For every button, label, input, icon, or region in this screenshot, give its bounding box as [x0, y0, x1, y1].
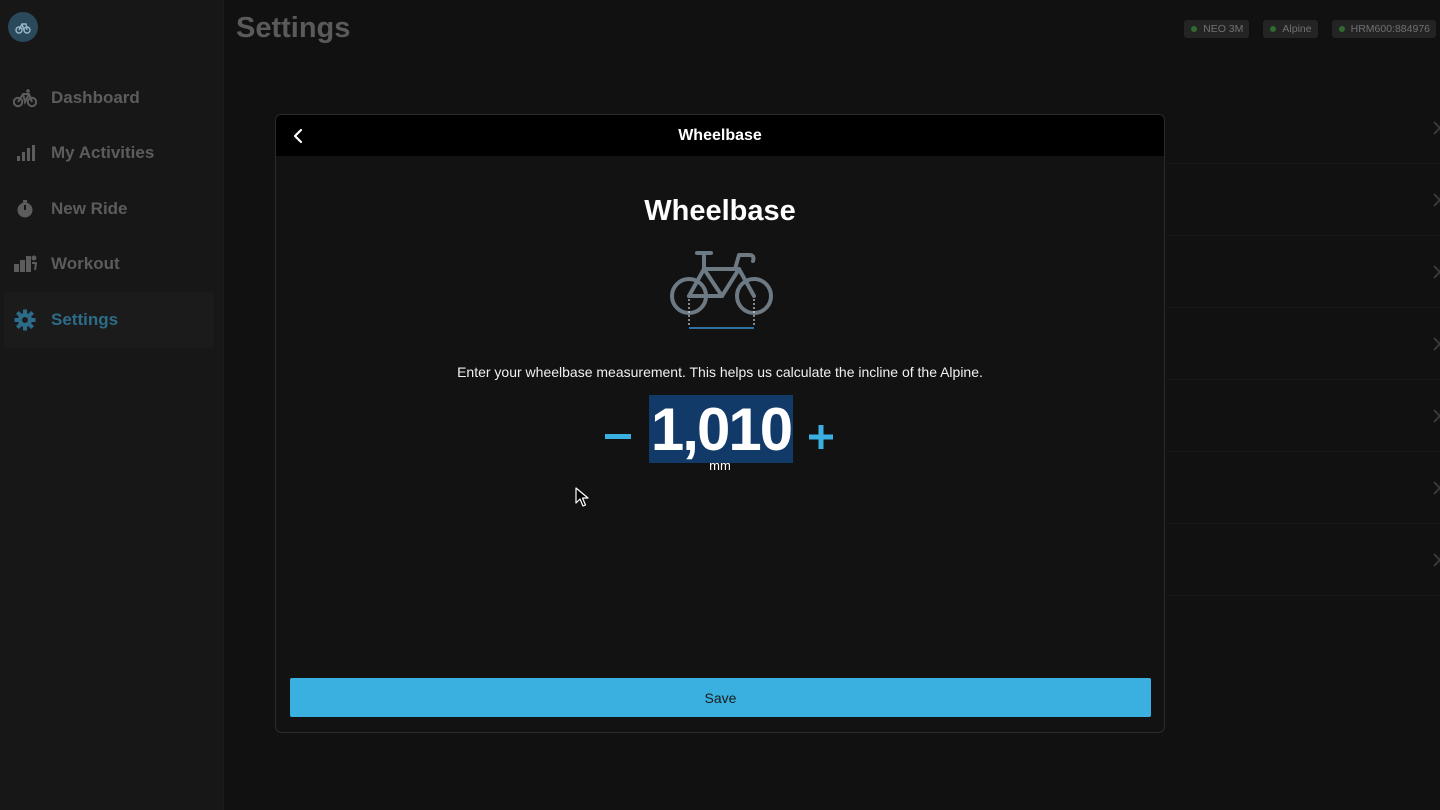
wheelbase-value-input[interactable]: 1,010 — [649, 395, 793, 463]
device-badge-neo[interactable]: NEO 3M — [1184, 20, 1250, 38]
sidebar-item-label: Workout — [51, 254, 120, 274]
chevron-right-icon — [1433, 481, 1440, 495]
sidebar-item-dashboard[interactable]: Dashboard — [0, 70, 224, 126]
settings-row[interactable] — [1166, 236, 1440, 308]
status-dot-icon — [1191, 26, 1198, 32]
chevron-right-icon — [1433, 121, 1440, 135]
device-label: NEO 3M — [1203, 23, 1244, 35]
chevron-left-icon — [293, 128, 303, 144]
sidebar-item-label: Settings — [51, 309, 119, 329]
settings-row[interactable] — [1166, 308, 1440, 380]
device-label: Alpine — [1282, 23, 1312, 35]
minus-icon — [605, 434, 631, 439]
workout-icon — [12, 251, 38, 277]
chevron-right-icon — [1433, 193, 1440, 207]
chevron-right-icon — [1433, 265, 1440, 279]
sidebar-item-my-activities[interactable]: My Activities — [0, 126, 224, 182]
bike-icon — [12, 85, 38, 111]
settings-row[interactable] — [1166, 452, 1440, 524]
sidebar-nav: Dashboard My Activities New Ride Workout… — [0, 70, 224, 348]
plus-icon — [809, 425, 833, 449]
increment-button[interactable] — [803, 419, 839, 455]
chevron-right-icon — [1433, 337, 1440, 351]
bar-chart-icon — [12, 140, 38, 166]
sidebar-item-settings[interactable]: Settings — [4, 292, 214, 348]
sidebar: Dashboard My Activities New Ride Workout… — [0, 0, 224, 810]
content-title: Wheelbase — [644, 195, 796, 227]
sidebar-item-label: New Ride — [51, 198, 128, 218]
sidebar-item-workout[interactable]: Workout — [0, 237, 224, 293]
settings-row[interactable] — [1166, 380, 1440, 452]
settings-list — [1166, 92, 1440, 596]
page-title: Settings — [236, 12, 351, 44]
sidebar-item-label: My Activities — [51, 143, 155, 163]
device-badge-alpine[interactable]: Alpine — [1263, 20, 1318, 38]
modal-title: Wheelbase — [678, 126, 762, 144]
status-dot-icon — [1270, 26, 1277, 32]
wheelbase-modal: Wheelbase Wheelbase Enter your wheelbase… — [275, 114, 1165, 733]
settings-row[interactable] — [1166, 524, 1440, 596]
gear-icon — [12, 307, 38, 333]
mouse-cursor-icon — [575, 487, 589, 507]
unit-label: mm — [709, 458, 731, 473]
device-label: HRM600:884976 — [1350, 23, 1430, 35]
chevron-right-icon — [1433, 409, 1440, 423]
modal-header: Wheelbase — [276, 115, 1164, 156]
bike-wheelbase-icon — [670, 251, 773, 329]
wheelbase-stepper: 1,010 mm — [276, 393, 1164, 473]
device-status-list: NEO 3M Alpine HRM600:884976 — [1184, 20, 1436, 38]
status-dot-icon — [1338, 26, 1345, 32]
device-badge-hrm[interactable]: HRM600:884976 — [1331, 20, 1436, 38]
description-text: Enter your wheelbase measurement. This h… — [457, 364, 983, 380]
settings-row[interactable] — [1166, 92, 1440, 164]
stopwatch-icon — [12, 196, 38, 222]
sidebar-item-label: Dashboard — [51, 87, 140, 107]
save-button[interactable]: Save — [290, 678, 1151, 717]
chevron-right-icon — [1433, 553, 1440, 567]
back-button[interactable] — [286, 124, 310, 148]
sidebar-item-new-ride[interactable]: New Ride — [0, 181, 224, 237]
bike-logo-icon[interactable] — [8, 12, 38, 42]
settings-row[interactable] — [1166, 164, 1440, 236]
decrement-button[interactable] — [600, 419, 636, 455]
